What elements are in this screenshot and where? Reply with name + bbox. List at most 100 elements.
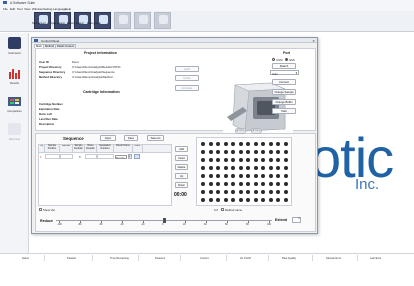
delete-row-button[interactable]: Delete — [175, 164, 188, 170]
move-down-button[interactable]: Down — [175, 182, 188, 188]
plate-well[interactable] — [231, 166, 235, 170]
run-button[interactable]: ▶ Run — [235, 128, 246, 134]
plate-well[interactable] — [276, 158, 280, 162]
plate-well[interactable] — [216, 158, 220, 162]
plate-well[interactable] — [231, 182, 235, 186]
zoom-slider[interactable]: -100 -80 -60 -40 -20 0 20 40 60 80 100 — [56, 218, 272, 226]
plate-well[interactable] — [283, 174, 288, 178]
new-project-button[interactable] — [34, 12, 51, 29]
plate-well[interactable] — [246, 158, 250, 162]
plate-well[interactable] — [201, 166, 205, 170]
search-button[interactable]: Search — [272, 63, 296, 69]
plate-well[interactable] — [261, 198, 265, 202]
plate-well[interactable] — [261, 190, 265, 194]
plate-well[interactable] — [246, 142, 250, 146]
plate-well[interactable] — [201, 198, 205, 202]
extend-stepper[interactable]: ⇕ — [292, 217, 301, 223]
plate-well[interactable] — [216, 190, 220, 194]
stop-button[interactable]: ■ Stop — [251, 128, 262, 134]
plate-well[interactable] — [223, 190, 228, 194]
show-val-checkbox[interactable] — [39, 208, 42, 211]
plate-well[interactable] — [253, 190, 258, 194]
plate-well[interactable] — [201, 174, 205, 178]
plate-well[interactable] — [283, 190, 288, 194]
plate-well[interactable] — [268, 182, 273, 186]
open-sequence-button[interactable]: Open — [100, 135, 116, 141]
plate-well[interactable] — [276, 174, 280, 178]
plate-well[interactable] — [268, 150, 273, 154]
open-project-button[interactable] — [54, 12, 71, 29]
result-dropdown-icon[interactable]: ▾ — [128, 154, 132, 159]
recent-project-button[interactable] — [74, 12, 91, 29]
plate-well[interactable] — [261, 158, 265, 162]
plate-well[interactable] — [283, 150, 288, 154]
nas-radio[interactable] — [285, 58, 288, 61]
plate-well[interactable] — [208, 158, 213, 162]
plate-well[interactable] — [223, 142, 228, 146]
plate-well[interactable] — [268, 198, 273, 202]
plate-well[interactable] — [231, 198, 235, 202]
plate-well[interactable] — [276, 190, 280, 194]
plate-well[interactable] — [208, 182, 213, 186]
slider-thumb[interactable] — [162, 218, 166, 223]
move-up-button[interactable]: Up — [175, 173, 188, 179]
port-select[interactable]: Auto ▾ — [270, 70, 299, 76]
plate-well[interactable] — [238, 190, 243, 194]
sample-plate[interactable] — [196, 137, 292, 206]
plate-well[interactable] — [238, 142, 243, 146]
plate-well[interactable] — [261, 142, 265, 146]
plate-well[interactable] — [238, 166, 243, 170]
plate-well[interactable] — [253, 158, 258, 162]
rinse-duration-cell[interactable] — [85, 154, 97, 159]
nav-comparison[interactable]: Comparison — [2, 93, 27, 121]
plate-well[interactable] — [246, 174, 250, 178]
plate-well[interactable] — [223, 150, 228, 154]
plate-well[interactable] — [231, 174, 235, 178]
plate-well[interactable] — [246, 150, 250, 154]
plate-well[interactable] — [246, 190, 250, 194]
plate-well[interactable] — [201, 150, 205, 154]
plate-well[interactable] — [216, 198, 220, 202]
insert-row-button[interactable]: Insert — [175, 155, 188, 161]
plate-well[interactable] — [223, 198, 228, 202]
plate-well[interactable] — [276, 182, 280, 186]
add-row-button[interactable]: Add — [175, 146, 188, 152]
plate-well[interactable] — [253, 198, 258, 202]
plate-well[interactable] — [268, 166, 273, 170]
close-icon[interactable]: ✕ — [312, 39, 315, 43]
plate-well[interactable] — [276, 198, 280, 202]
connect-button[interactable]: Connect — [272, 79, 296, 85]
plate-well[interactable] — [208, 142, 213, 146]
plate-well[interactable] — [238, 198, 243, 202]
plate-well[interactable] — [223, 182, 228, 186]
plate-well[interactable] — [276, 150, 280, 154]
save-as-sequence-button[interactable]: Save As — [147, 135, 164, 141]
plate-well[interactable] — [208, 198, 213, 202]
nav-realtime[interactable]: Real time — [2, 121, 27, 149]
nav-instrument[interactable]: Instrument — [2, 35, 27, 63]
plate-well[interactable] — [261, 174, 265, 178]
plate-well[interactable] — [201, 158, 205, 162]
save-project-button[interactable] — [94, 12, 111, 29]
save-sequence-button[interactable]: Save — [124, 135, 138, 141]
method-name-checkbox[interactable] — [221, 208, 224, 211]
table-row[interactable]: 1 0 Result ▾ — [39, 154, 171, 159]
plate-well[interactable] — [276, 142, 280, 146]
result-name-cell[interactable]: Result — [115, 154, 127, 159]
para-button[interactable] — [134, 154, 140, 159]
park-button[interactable]: Park — [272, 108, 296, 114]
plate-well[interactable] — [208, 174, 213, 178]
plate-well[interactable] — [223, 174, 228, 178]
plate-well[interactable] — [238, 150, 243, 154]
plate-well[interactable] — [283, 142, 288, 146]
home-button[interactable]: Home — [175, 75, 199, 81]
plate-well[interactable] — [231, 150, 235, 154]
plate-well[interactable] — [253, 142, 258, 146]
plate-well[interactable] — [253, 150, 258, 154]
plate-well[interactable] — [231, 190, 235, 194]
plate-well[interactable] — [238, 174, 243, 178]
plate-well[interactable] — [253, 166, 258, 170]
plate-well[interactable] — [208, 150, 213, 154]
plate-well[interactable] — [253, 182, 258, 186]
plate-well[interactable] — [216, 142, 220, 146]
